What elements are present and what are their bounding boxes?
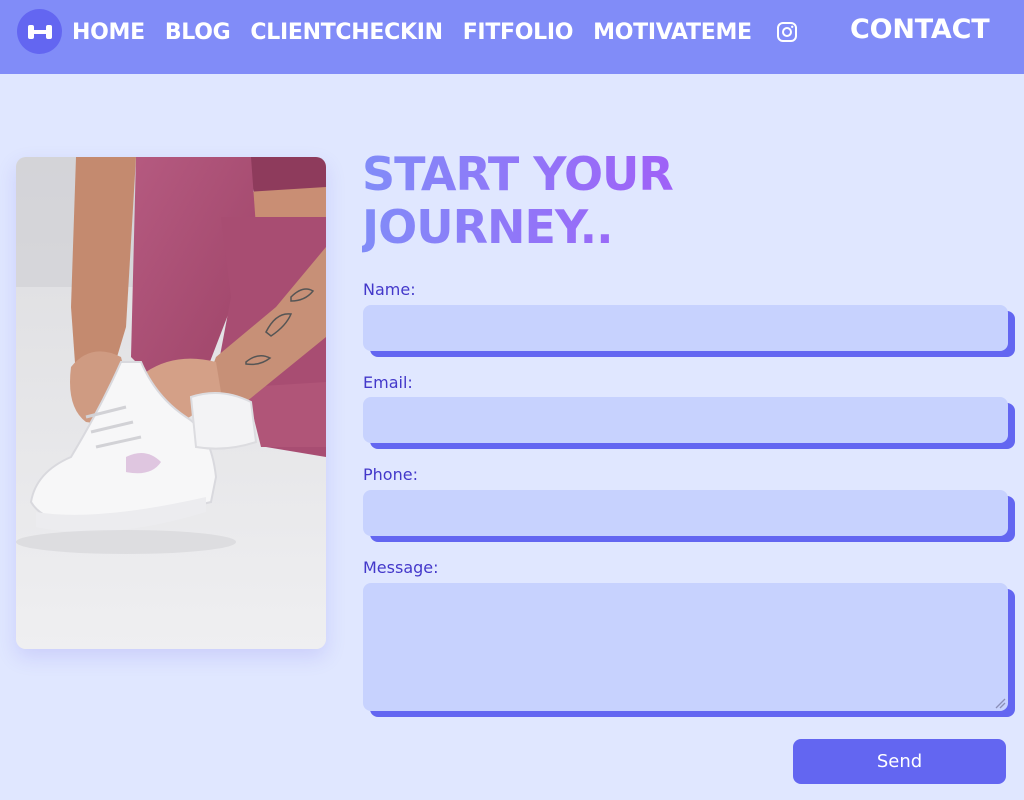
- page-title: START YOUR JOURNEY..: [362, 148, 762, 254]
- resize-handle-icon[interactable]: [994, 697, 1006, 709]
- nav-fitfolio-link[interactable]: FITFOLIO: [463, 20, 574, 45]
- contact-link[interactable]: CONTACT: [850, 14, 990, 45]
- message-label: Message:: [363, 558, 439, 577]
- sneaker-photo-image: [16, 157, 326, 649]
- logo-button[interactable]: [17, 9, 62, 54]
- send-button[interactable]: Send: [793, 739, 1006, 784]
- nav-links: HOME BLOG CLIENTCHECKIN FITFOLIO MOTIVAT…: [72, 18, 772, 46]
- email-label: Email:: [363, 373, 413, 392]
- nav-motivateme-link[interactable]: MOTIVATEME: [593, 20, 752, 45]
- nav-clientcheckin-link[interactable]: CLIENTCHECKIN: [250, 20, 443, 45]
- name-field[interactable]: [363, 305, 1008, 351]
- hero-photo: [16, 157, 326, 649]
- phone-label: Phone:: [363, 465, 418, 484]
- name-label: Name:: [363, 280, 416, 299]
- nav-blog-link[interactable]: BLOG: [165, 20, 231, 45]
- nav-home-link[interactable]: HOME: [72, 20, 145, 45]
- dumbbell-icon: [27, 24, 52, 39]
- message-textarea[interactable]: [363, 583, 1008, 711]
- top-nav: HOME BLOG CLIENTCHECKIN FITFOLIO MOTIVAT…: [0, 0, 1024, 74]
- phone-field[interactable]: [363, 490, 1008, 536]
- email-field[interactable]: [363, 397, 1008, 443]
- instagram-icon[interactable]: [776, 21, 798, 43]
